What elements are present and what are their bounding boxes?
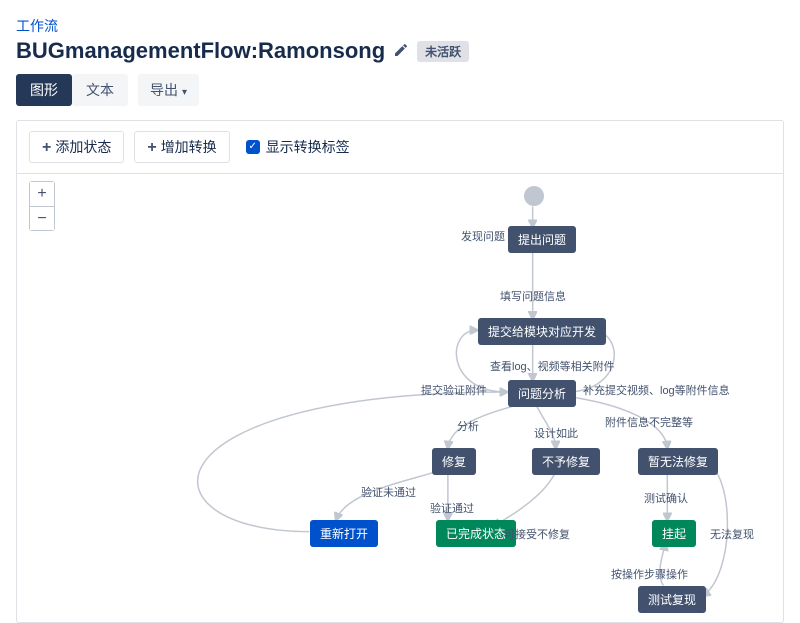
status-node[interactable]: 重新打开 (310, 520, 378, 547)
breadcrumb[interactable]: 工作流 (16, 16, 784, 36)
transition-label: 可接受不修复 (504, 526, 570, 542)
transition-label: 验证未通过 (361, 484, 416, 500)
status-node[interactable]: 修复 (432, 448, 476, 475)
workflow-diagram[interactable]: 提出问题 提交给模块对应开发 问题分析 修复 不予修复 暂无法修复 重新打开 已… (17, 174, 783, 622)
transition-label: 按操作步骤操作 (611, 566, 688, 582)
transition-label: 测试确认 (644, 490, 688, 506)
zoom-out-button[interactable]: − (30, 206, 54, 230)
transition-label: 提交验证附件 (421, 382, 487, 398)
status-node[interactable]: 暂无法修复 (638, 448, 718, 475)
chevron-down-icon (182, 82, 187, 98)
status-node[interactable]: 提出问题 (508, 226, 576, 253)
transition-label: 验证通过 (430, 500, 474, 516)
plus-icon (147, 139, 156, 156)
status-node[interactable]: 问题分析 (508, 380, 576, 407)
transition-label: 设计如此 (534, 425, 578, 441)
tab-graph[interactable]: 图形 (16, 74, 72, 106)
transition-label: 填写问题信息 (500, 288, 566, 304)
status-node[interactable]: 挂起 (652, 520, 696, 547)
status-node[interactable]: 测试复现 (638, 586, 706, 613)
checkbox-checked-icon (246, 140, 260, 154)
add-transition-button[interactable]: 增加转换 (134, 131, 229, 163)
transition-label: 查看log、视频等相关附件 (490, 358, 615, 374)
page-title: BUGmanagementFlow:Ramonsong (16, 38, 385, 64)
transition-label: 分析 (457, 418, 479, 434)
zoom-in-button[interactable]: + (30, 182, 54, 206)
start-node[interactable] (524, 186, 544, 206)
export-label: 导出 (150, 80, 178, 100)
add-status-button[interactable]: 添加状态 (29, 131, 124, 163)
workflow-canvas: 添加状态 增加转换 显示转换标签 + − 提出问题 提交给模块对应开发 问题分析… (16, 120, 784, 623)
transition-label: 补充提交视频、log等附件信息 (583, 382, 730, 398)
status-node[interactable]: 提交给模块对应开发 (478, 318, 606, 345)
transition-label: 发现问题 (461, 228, 505, 244)
status-node[interactable]: 不予修复 (532, 448, 600, 475)
zoom-control: + − (29, 181, 55, 231)
view-tabs: 图形 文本 (16, 74, 128, 106)
tab-text[interactable]: 文本 (72, 74, 128, 106)
show-labels-checkbox[interactable]: 显示转换标签 (246, 137, 350, 157)
export-button[interactable]: 导出 (138, 74, 199, 106)
transition-label: 无法复现 (710, 526, 754, 542)
transition-label: 附件信息不完整等 (605, 414, 693, 430)
edit-icon[interactable] (393, 42, 409, 61)
plus-icon (42, 139, 51, 156)
status-badge: 未活跃 (417, 41, 469, 62)
edges-layer (17, 174, 783, 622)
